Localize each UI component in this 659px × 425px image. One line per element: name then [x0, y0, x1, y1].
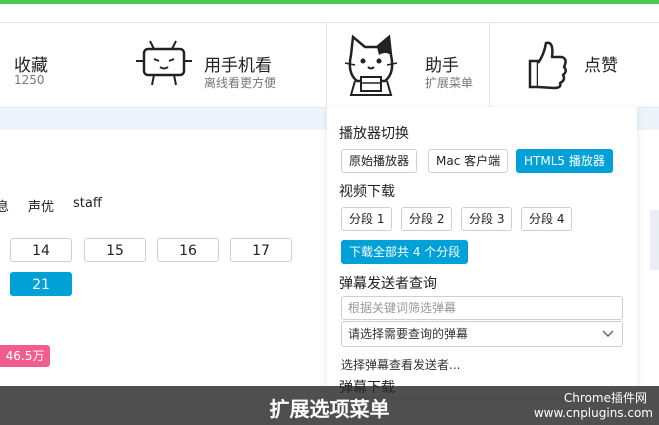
episode-button-current[interactable]: 21	[10, 272, 72, 296]
episode-button[interactable]: 14	[10, 238, 72, 262]
segment-1-button[interactable]: 分段 1	[341, 207, 393, 231]
watermark-line-2: www.cnplugins.com	[533, 406, 653, 420]
tab-staff[interactable]: staff	[73, 196, 102, 211]
cat-mascot-icon	[341, 33, 401, 103]
favorite-button[interactable]: 收藏 1250	[0, 23, 120, 107]
danmaku-sender-hint: 选择弹幕查看发送者...	[341, 358, 461, 372]
play-count-badge: 46.5万	[0, 345, 50, 367]
mac-client-button[interactable]: Mac 客户端	[428, 149, 509, 173]
download-all-button[interactable]: 下载全部共 4 个分段	[341, 240, 469, 264]
episode-button[interactable]: 15	[84, 238, 146, 262]
danmaku-filter-input[interactable]: 根据关键词筛选弹幕	[341, 296, 623, 320]
tab-info[interactable]: 息	[0, 196, 9, 215]
segment-2-button[interactable]: 分段 2	[401, 207, 453, 231]
mobile-watch-subtitle: 离线看更方便	[204, 76, 277, 90]
danmaku-select-value: 请选择需要查询的弹幕	[348, 327, 469, 341]
helper-title: 助手	[425, 56, 459, 76]
top-accent-bar	[0, 0, 659, 4]
episode-button[interactable]: 16	[157, 238, 219, 262]
video-download-heading: 视频下载	[339, 184, 395, 200]
html5-player-button[interactable]: HTML5 播放器	[516, 149, 613, 173]
episode-button[interactable]: 17	[230, 238, 292, 262]
helper-subtitle: 扩展菜单	[425, 76, 474, 90]
segment-4-button[interactable]: 分段 4	[521, 207, 573, 231]
mobile-watch-title: 用手机看	[204, 56, 272, 76]
side-scroll-track[interactable]	[650, 210, 659, 270]
like-title: 点赞	[584, 56, 618, 76]
player-switch-heading: 播放器切换	[339, 126, 409, 142]
chevron-down-icon	[602, 322, 614, 354]
segment-3-button[interactable]: 分段 3	[461, 207, 513, 231]
mobile-watch-button[interactable]: 用手机看 离线看更方便	[128, 23, 318, 107]
danmaku-query-heading: 弹幕发送者查询	[339, 276, 437, 292]
favorite-count: 1250	[14, 73, 45, 87]
helper-menu-button[interactable]: 助手 扩展菜单	[326, 23, 490, 107]
original-player-button[interactable]: 原始播放器	[341, 149, 418, 173]
video-toolbar: 收藏 1250 用手机看 离线看更方便 助手 扩展菜单 点赞	[0, 23, 659, 107]
thumbs-up-icon	[522, 37, 568, 95]
caption-overlay: 扩展选项菜单 Chrome插件网 www.cnplugins.com	[0, 386, 659, 425]
like-button[interactable]: 点赞	[500, 23, 659, 107]
tv-phone-mascot-icon	[132, 39, 196, 93]
tab-voice-actors[interactable]: 声优	[28, 196, 54, 215]
helper-dropdown-panel: 播放器切换 原始播放器 Mac 客户端 HTML5 播放器 视频下载 分段 1 …	[327, 107, 637, 397]
danmaku-select[interactable]: 请选择需要查询的弹幕	[341, 321, 623, 347]
watermark-line-1: Chrome插件网	[563, 391, 647, 405]
